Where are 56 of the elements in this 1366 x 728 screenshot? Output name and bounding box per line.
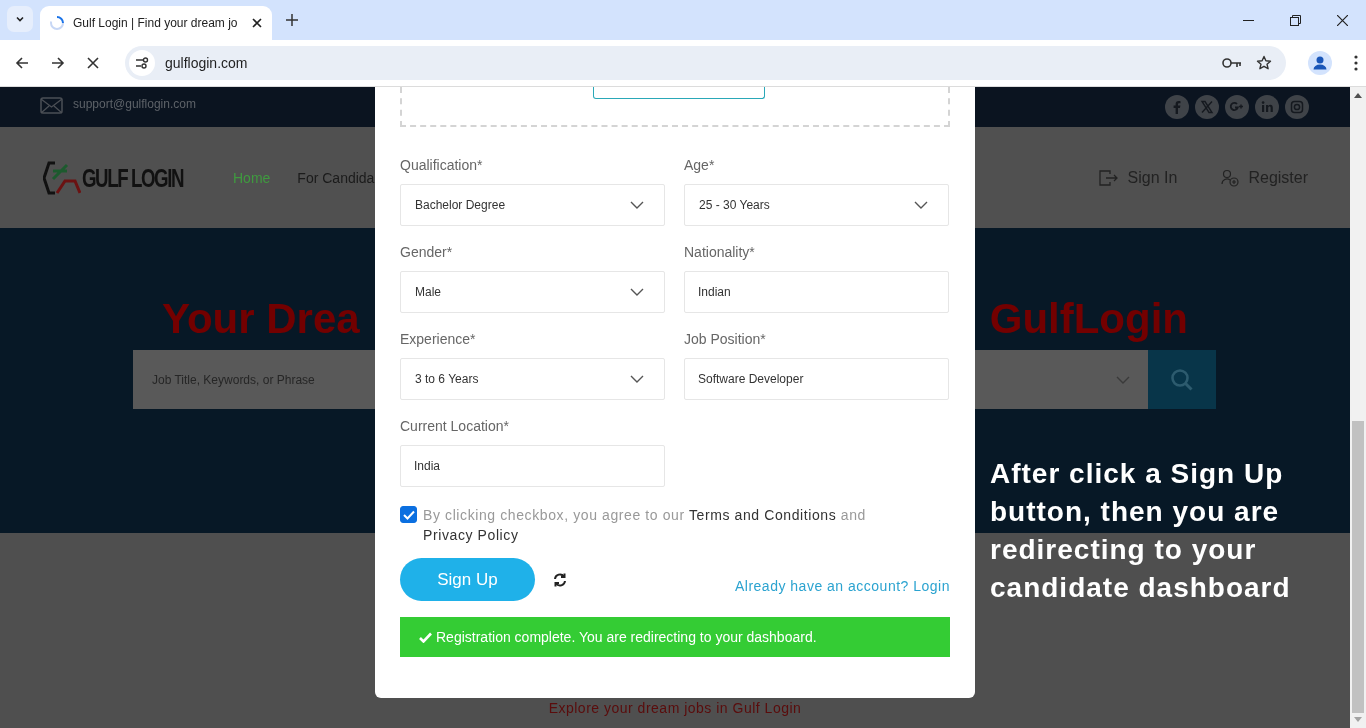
chevron-icon [630,288,644,296]
chevron-icon [630,201,644,209]
search-icon [1170,367,1194,392]
sign-in-icon [1098,169,1119,186]
logo-text: GULF LOGIN [82,162,184,193]
add-user-icon [1221,168,1240,187]
stop-icon[interactable] [87,57,99,69]
input-field[interactable]: Indian [684,271,949,313]
profile-icon[interactable] [1308,51,1332,75]
hero-title: Your Drea [162,294,360,344]
terms-text: By clicking checkbox, you agree to our Terms and Conditions and Privacy Policy [423,506,867,545]
outlined-button[interactable] [593,87,765,99]
browser-tab[interactable]: Gulf Login | Find your dream jo [40,6,272,40]
back-icon[interactable] [15,56,29,70]
refresh-icon[interactable] [553,572,567,587]
close-icon[interactable] [1337,14,1348,26]
input-field[interactable]: Software Developer [684,358,949,400]
field-label: Nationality* [684,243,756,262]
field-label: Current Location* [400,417,510,436]
field-label: Experience* [400,330,477,349]
mail-icon [40,97,63,114]
site-settings-icon[interactable] [129,50,155,76]
terms-link[interactable]: Terms and Conditions [688,507,837,523]
menu-icon[interactable] [1354,55,1358,71]
star-icon[interactable] [1256,55,1272,71]
checkbox[interactable] [400,506,417,523]
select-field[interactable]: Bachelor Degree [400,184,665,226]
forward-icon[interactable] [51,56,65,70]
scroll-up-icon[interactable] [1354,93,1362,98]
restore-icon[interactable] [1290,14,1301,26]
select-field[interactable]: 25 - 30 Years [684,184,949,226]
tagline: Explore your dream jobs in Gulf Login [548,700,802,716]
logo-icon [43,159,81,196]
key-icon[interactable] [1222,57,1242,69]
select-field[interactable]: Male [400,271,665,313]
chevron-icon [914,201,928,209]
input-field[interactable]: India [400,445,665,487]
field-label: Qualification* [400,156,484,175]
chevron-icon [1116,375,1130,384]
chevron-icon [630,375,644,383]
field-label: Gender* [400,243,454,262]
field-label: Job Position* [684,330,767,349]
scrollbar[interactable] [1350,87,1366,728]
close-icon[interactable] [252,18,262,28]
url-text: gulflogin.com [165,55,249,71]
check-icon [419,631,432,643]
scrollbar-thumb[interactable] [1352,421,1364,713]
tab-title: Gulf Login | Find your dream jo [73,16,239,30]
field-label: Age* [684,156,716,175]
terms-link[interactable]: Privacy Policy [423,527,519,543]
hero-title: GulfLogin [989,294,1188,344]
annotation-text: After click a Sign Up button, then you are redirecting to your candidate dashboard [990,457,1292,605]
new-tab-icon[interactable] [286,14,298,26]
select-field[interactable]: 3 to 6 Years [400,358,665,400]
address-bar[interactable]: gulflogin.com [125,46,1286,80]
alert-message: Registration complete. You are redirecting to your dashboard. [436,629,817,645]
